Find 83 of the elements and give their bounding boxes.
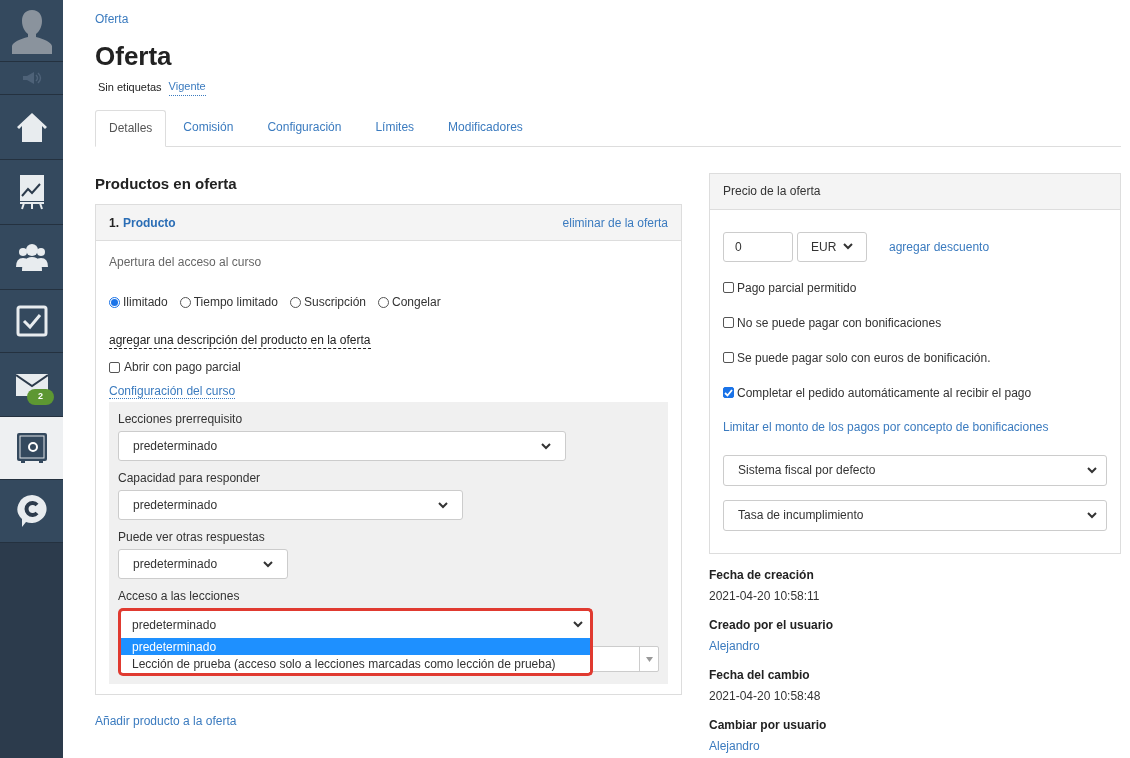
- meta-label: Cambiar por usuario: [709, 716, 828, 733]
- checkbox[interactable]: [723, 317, 734, 328]
- radio-label: Suscripción: [303, 294, 366, 311]
- breadcrumb-link[interactable]: Oferta: [95, 12, 129, 26]
- setting-label: Capacidad para responder: [118, 470, 262, 487]
- tab[interactable]: Detalles: [95, 109, 167, 147]
- setting-label: Lecciones prerrequisito: [118, 411, 244, 428]
- checkbox-label: Completar el pedido automáticamente al recibir el pago: [737, 384, 1032, 402]
- price-field[interactable]: 0: [723, 231, 793, 262]
- setting-select[interactable]: predeterminado: [118, 608, 593, 638]
- checkbox[interactable]: [723, 352, 734, 363]
- speaker-icon: [21, 72, 42, 84]
- setting-select[interactable]: predeterminado: [118, 549, 288, 579]
- limit-link[interactable]: Limitar el monto de los pagos por concepto de bonificaciones: [723, 419, 1049, 434]
- tax-rate-select[interactable]: Tasa de incumplimiento: [723, 499, 1107, 531]
- sidebar-item[interactable]: [0, 480, 63, 543]
- tags-label: Sin etiquetas: [98, 79, 162, 95]
- discount-link[interactable]: agregar descuento: [889, 237, 990, 256]
- checkbox[interactable]: [723, 387, 734, 398]
- checkbox-label: Abrir con pago parcial: [124, 359, 241, 376]
- radio-label: Ilimitado: [123, 294, 168, 311]
- setting-select[interactable]: predeterminado: [118, 490, 463, 520]
- sidebar-item[interactable]: [0, 160, 63, 225]
- chevron-down-icon: [843, 243, 853, 250]
- setting-label: Acceso a las lecciones: [118, 588, 241, 605]
- user-link[interactable]: Alejandro: [709, 637, 1121, 654]
- description-link[interactable]: agregar una descripción del producto en la oferta: [109, 333, 371, 349]
- checkbox-label: No se puede pagar con bonificaciones: [737, 314, 942, 332]
- chat-bubble-icon: [15, 494, 48, 528]
- home-icon: [15, 111, 48, 143]
- meta-label: Creado por el usuario: [709, 616, 835, 633]
- checkbox[interactable]: [109, 361, 120, 373]
- chevron-down-icon: [1087, 466, 1097, 474]
- radio-label: Congelar: [392, 294, 441, 311]
- dropdown-option[interactable]: predeterminado: [121, 638, 590, 655]
- meta-value: 2021-04-20 10:58:48: [709, 687, 822, 704]
- section-heading: Productos en oferta: [95, 173, 238, 194]
- access-label: Apertura del acceso al curso: [109, 254, 263, 271]
- safe-icon: [15, 432, 48, 464]
- meta-label: Fecha del cambio: [709, 666, 811, 683]
- chevron-down-icon: [438, 501, 448, 509]
- radio-button[interactable]: [179, 296, 191, 308]
- panel-heading: Precio de la oferta: [710, 173, 1120, 210]
- tax-system-select[interactable]: Sistema fiscal por defecto: [723, 454, 1107, 486]
- unread-badge: 2: [27, 389, 54, 405]
- sidebar-item[interactable]: [0, 417, 63, 480]
- meta-value: 2021-04-20 10:58:11: [709, 587, 821, 604]
- user-link[interactable]: Alejandro: [709, 737, 1121, 754]
- tab[interactable]: Modificadores: [431, 108, 540, 146]
- page-title: Oferta: [95, 40, 173, 72]
- avatar-silhouette-icon: [10, 7, 53, 54]
- checkbox[interactable]: [723, 282, 734, 293]
- course-settings-link[interactable]: Configuración del curso: [109, 384, 236, 399]
- chevron-down-icon: [541, 442, 551, 450]
- radio-button[interactable]: [109, 296, 120, 308]
- currency-select[interactable]: EUR: [797, 231, 867, 262]
- remove-link[interactable]: eliminar de la oferta: [562, 213, 668, 232]
- checkbox-label: Pago parcial permitido: [737, 279, 857, 297]
- product-link[interactable]: Producto: [123, 213, 176, 232]
- setting-select[interactable]: predeterminado: [118, 431, 566, 461]
- tab[interactable]: Configuración: [250, 108, 359, 146]
- setting-label: Puede ver otras respuestas: [118, 529, 266, 546]
- sidebar-item[interactable]: [0, 225, 63, 290]
- radio-button[interactable]: [289, 296, 301, 308]
- sidebar-item[interactable]: [0, 290, 63, 353]
- add-product-link[interactable]: Añadir producto a la oferta: [95, 714, 237, 728]
- people-icon: [15, 243, 48, 271]
- sidebar-item[interactable]: [0, 95, 63, 160]
- triangle-down-icon: [645, 656, 653, 662]
- tab[interactable]: Límites: [358, 108, 432, 146]
- meta-label: Fecha de creación: [709, 566, 815, 583]
- sidebar-item[interactable]: 2: [0, 353, 63, 417]
- product-number: 1.: [109, 214, 119, 232]
- checkbox-icon: [15, 305, 48, 337]
- radio-label: Tiempo limitado: [193, 294, 278, 311]
- tab[interactable]: Comisión: [166, 108, 251, 146]
- chevron-down-icon: [263, 560, 273, 568]
- chevron-down-icon: [1087, 511, 1097, 519]
- chevron-down-icon: [573, 621, 583, 628]
- checkbox-label: Se puede pagar solo con euros de bonificación.: [737, 349, 991, 367]
- status-link[interactable]: Vigente: [168, 78, 206, 96]
- chart-easel-icon: [18, 174, 45, 210]
- radio-button[interactable]: [378, 296, 389, 308]
